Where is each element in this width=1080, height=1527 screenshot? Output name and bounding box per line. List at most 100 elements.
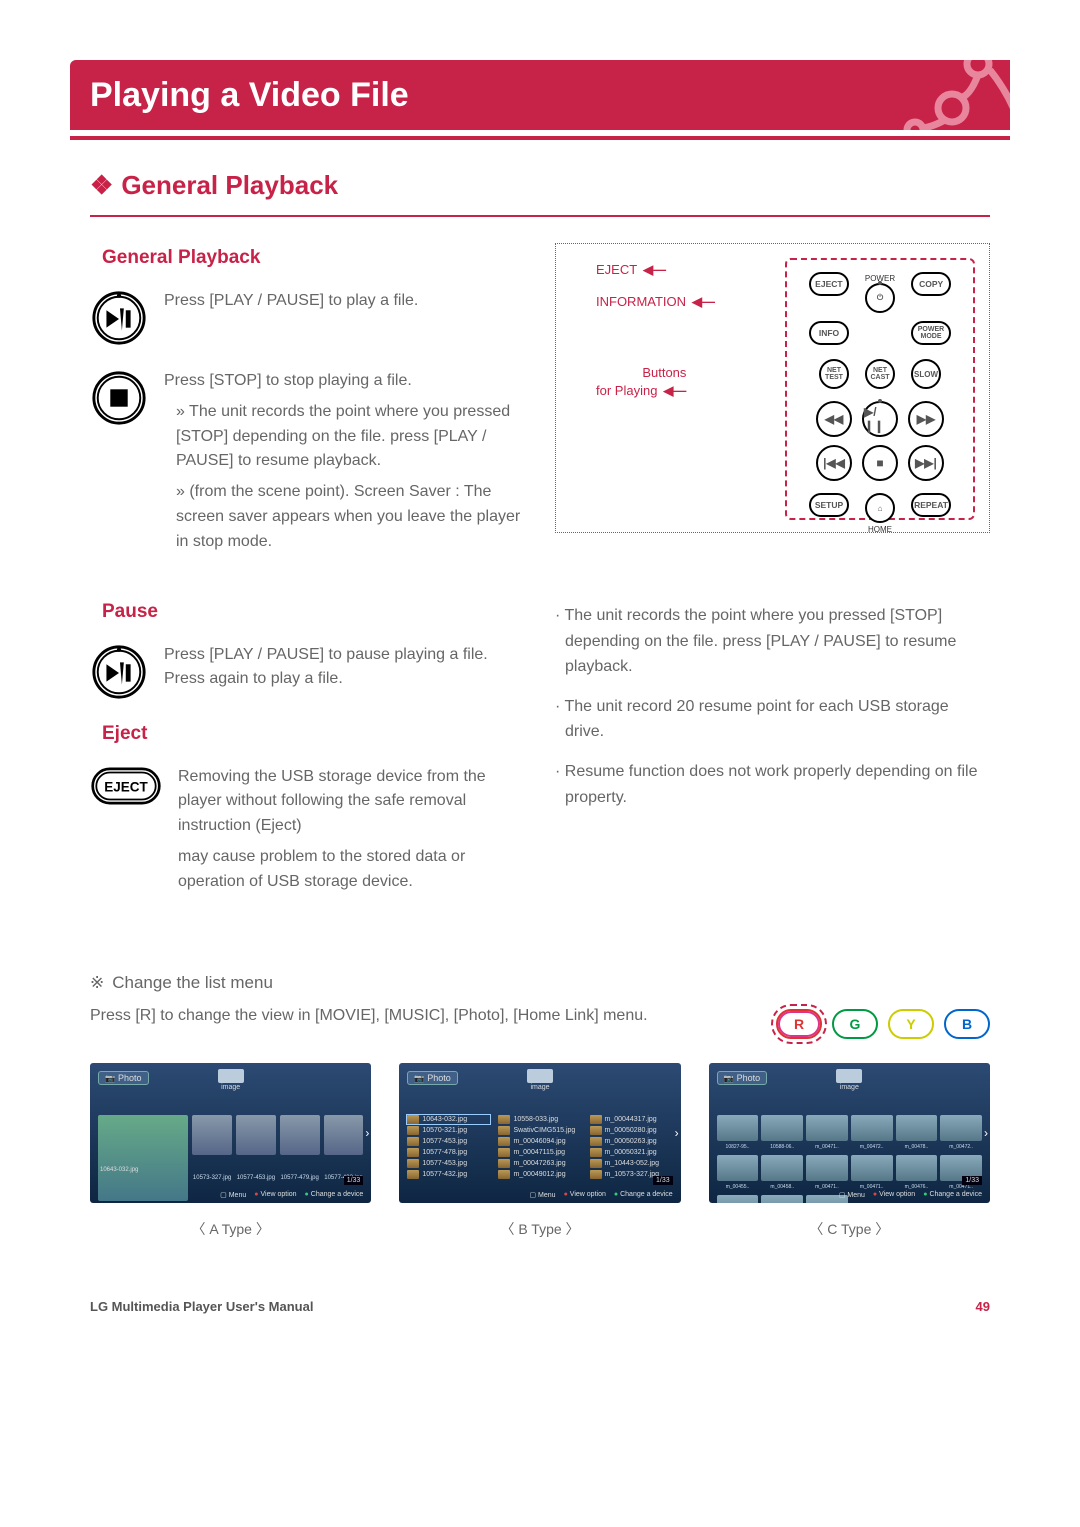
thumbnail [940, 1115, 982, 1141]
remote-diagram: EJECT◀— INFORMATION◀— Buttons for Playin… [555, 243, 990, 533]
color-button-y: Y [888, 1009, 934, 1039]
hdd-icon [218, 1069, 244, 1083]
photo-tab: Photo [98, 1071, 149, 1085]
thumbnail-label: m_00478.. [896, 1144, 938, 1152]
remote-stop-button: ■ [862, 445, 898, 481]
color-button-g: G [832, 1009, 878, 1039]
chapter-banner: Playing a Video File [70, 60, 1010, 130]
thumbnail [851, 1115, 893, 1141]
hdd-label: image [221, 1084, 240, 1091]
footer-change-device: Change a device [305, 1191, 364, 1199]
eject-instruction-1: Removing the USB storage device from the… [178, 765, 525, 839]
list-item: m_10443-052.jpg [590, 1159, 673, 1168]
subsection-pause: Pause [90, 601, 525, 623]
list-item: SwativCIMG515.jpg [498, 1126, 581, 1135]
caption-b-type: 〈 B Type 〉 [399, 1219, 680, 1239]
eject-button-icon: EJECT [90, 765, 162, 807]
pause-instruction: Press [PLAY / PAUSE] to pause playing a … [164, 643, 525, 693]
section-title-general-playback: ❖General Playback [90, 170, 990, 217]
photo-tab: Photo [717, 1071, 768, 1085]
remote-eject-button: EJECT [809, 272, 849, 296]
thumbnail-label: 10827-95.. [717, 1144, 759, 1152]
footer-menu: ▢ Menu [529, 1191, 555, 1199]
arrow-right-icon: › [675, 1126, 679, 1140]
list-item: 10577-478.jpg [407, 1148, 490, 1157]
hdd-icon [836, 1069, 862, 1083]
list-item: 10558-033.jpg [498, 1115, 581, 1124]
remote-net-test-button: NET TEST [819, 359, 849, 389]
stop-instruction-1: Press [STOP] to stop playing a file. [164, 369, 525, 394]
eject-instruction-2: may cause problem to the stored data or … [178, 845, 525, 895]
screenshot-c-type: Photo image 10827-95..10588-06..m_00471.… [709, 1063, 990, 1203]
change-menu-heading: ※Change the list menu [90, 973, 990, 993]
page-counter: 1/33 [653, 1176, 673, 1185]
thumbnail-label: m_00472.. [940, 1144, 982, 1152]
remote-setup-button: SETUP [809, 493, 849, 517]
play-pause-button-icon [90, 643, 148, 701]
remote-play-pause-button: ▶/❙❙ [862, 401, 898, 437]
remote-body: EJECT POWER ⏻ COPY INFO POWER MODE [785, 258, 975, 520]
remote-net-cast-button: NET CAST [865, 359, 895, 389]
page-footer: LG Multimedia Player User's Manual 49 [90, 1299, 990, 1314]
screenshot-b-type: Photo image 10643-032.jpg10558-033.jpgm_… [399, 1063, 680, 1203]
list-item: m_00050321.jpg [590, 1148, 673, 1157]
remote-prev-button: |◀◀ [816, 445, 852, 481]
footer-menu: ▢ Menu [839, 1191, 865, 1199]
remote-power-mode-button: POWER MODE [911, 321, 951, 345]
thumbnail [717, 1115, 759, 1141]
thumbnail-label: m_00472.. [851, 1144, 893, 1152]
thumbnail [761, 1195, 803, 1203]
callout-playing-buttons: Buttons for Playing ◀— [596, 364, 686, 400]
footer-menu: ▢ Menu [220, 1191, 246, 1199]
stop-instruction-2: » The unit records the point where you p… [164, 400, 525, 474]
list-item: 10577-453.jpg [407, 1159, 490, 1168]
list-item: 10577-453.jpg [407, 1137, 490, 1146]
notes-list: The unit records the point where you pre… [555, 603, 990, 810]
page-number: 49 [976, 1299, 990, 1314]
screenshot-a-type: Photo image 10573-327.jpg10577-453.jpg10… [90, 1063, 371, 1203]
play-pause-button-icon [90, 289, 148, 347]
note-1: The unit records the point where you pre… [555, 603, 990, 680]
note-2: The unit record 20 resume point for each… [555, 694, 990, 745]
hdd-label: image [530, 1084, 549, 1091]
home-label: HOME [868, 525, 892, 534]
change-list-menu-section: ※Change the list menu Press [R] to chang… [90, 973, 990, 1239]
thumbnail [896, 1155, 938, 1181]
brand-squiggle-icon [890, 60, 1010, 130]
thumbnail [761, 1155, 803, 1181]
remote-info-button: INFO [809, 321, 849, 345]
footer-view-option: View option [254, 1191, 296, 1199]
page-counter: 1/33 [344, 1176, 364, 1185]
color-button-b: B [944, 1009, 990, 1039]
reference-mark-icon: ※ [90, 973, 104, 992]
list-item: 10570-321.jpg [407, 1126, 490, 1135]
page-counter: 1/33 [962, 1176, 982, 1185]
caption-c-type: 〈 C Type 〉 [709, 1219, 990, 1239]
thumbnail [761, 1115, 803, 1141]
hdd-icon [527, 1069, 553, 1083]
list-item: m_00049012.jpg [498, 1170, 581, 1179]
list-item: 10643-032.jpg [407, 1115, 490, 1124]
stop-instruction-3: » (from the scene point). Screen Saver :… [164, 480, 525, 554]
manual-title: LG Multimedia Player User's Manual [90, 1299, 313, 1314]
arrow-right-icon: › [984, 1126, 988, 1140]
remote-rewind-button: ◀◀ [816, 401, 852, 437]
svg-text:EJECT: EJECT [104, 779, 148, 794]
change-menu-text: Press [R] to change the view in [MOVIE],… [90, 1003, 752, 1029]
remote-fastforward-button: ▶▶ [908, 401, 944, 437]
play-instruction: Press [PLAY / PAUSE] to play a file. [164, 289, 418, 314]
subsection-eject: Eject [90, 723, 525, 745]
footer-change-device: Change a device [923, 1191, 982, 1199]
thumbnail-label: m_00471.. [806, 1144, 848, 1152]
list-item: m_00050263.jpg [590, 1137, 673, 1146]
list-item: m_00044317.jpg [590, 1115, 673, 1124]
remote-slow-button: SLOW [911, 359, 941, 389]
remote-copy-button: COPY [911, 272, 951, 296]
footer-view-option: View option [873, 1191, 915, 1199]
caption-a-type: 〈 A Type 〉 [90, 1219, 371, 1239]
thumbnail-label: 10588-06.. [761, 1144, 803, 1152]
callout-eject: EJECT◀— [596, 262, 666, 278]
note-3: Resume function does not work properly d… [555, 759, 990, 810]
remote-repeat-button: REPEAT [911, 493, 951, 517]
list-item: m_00047263.jpg [498, 1159, 581, 1168]
